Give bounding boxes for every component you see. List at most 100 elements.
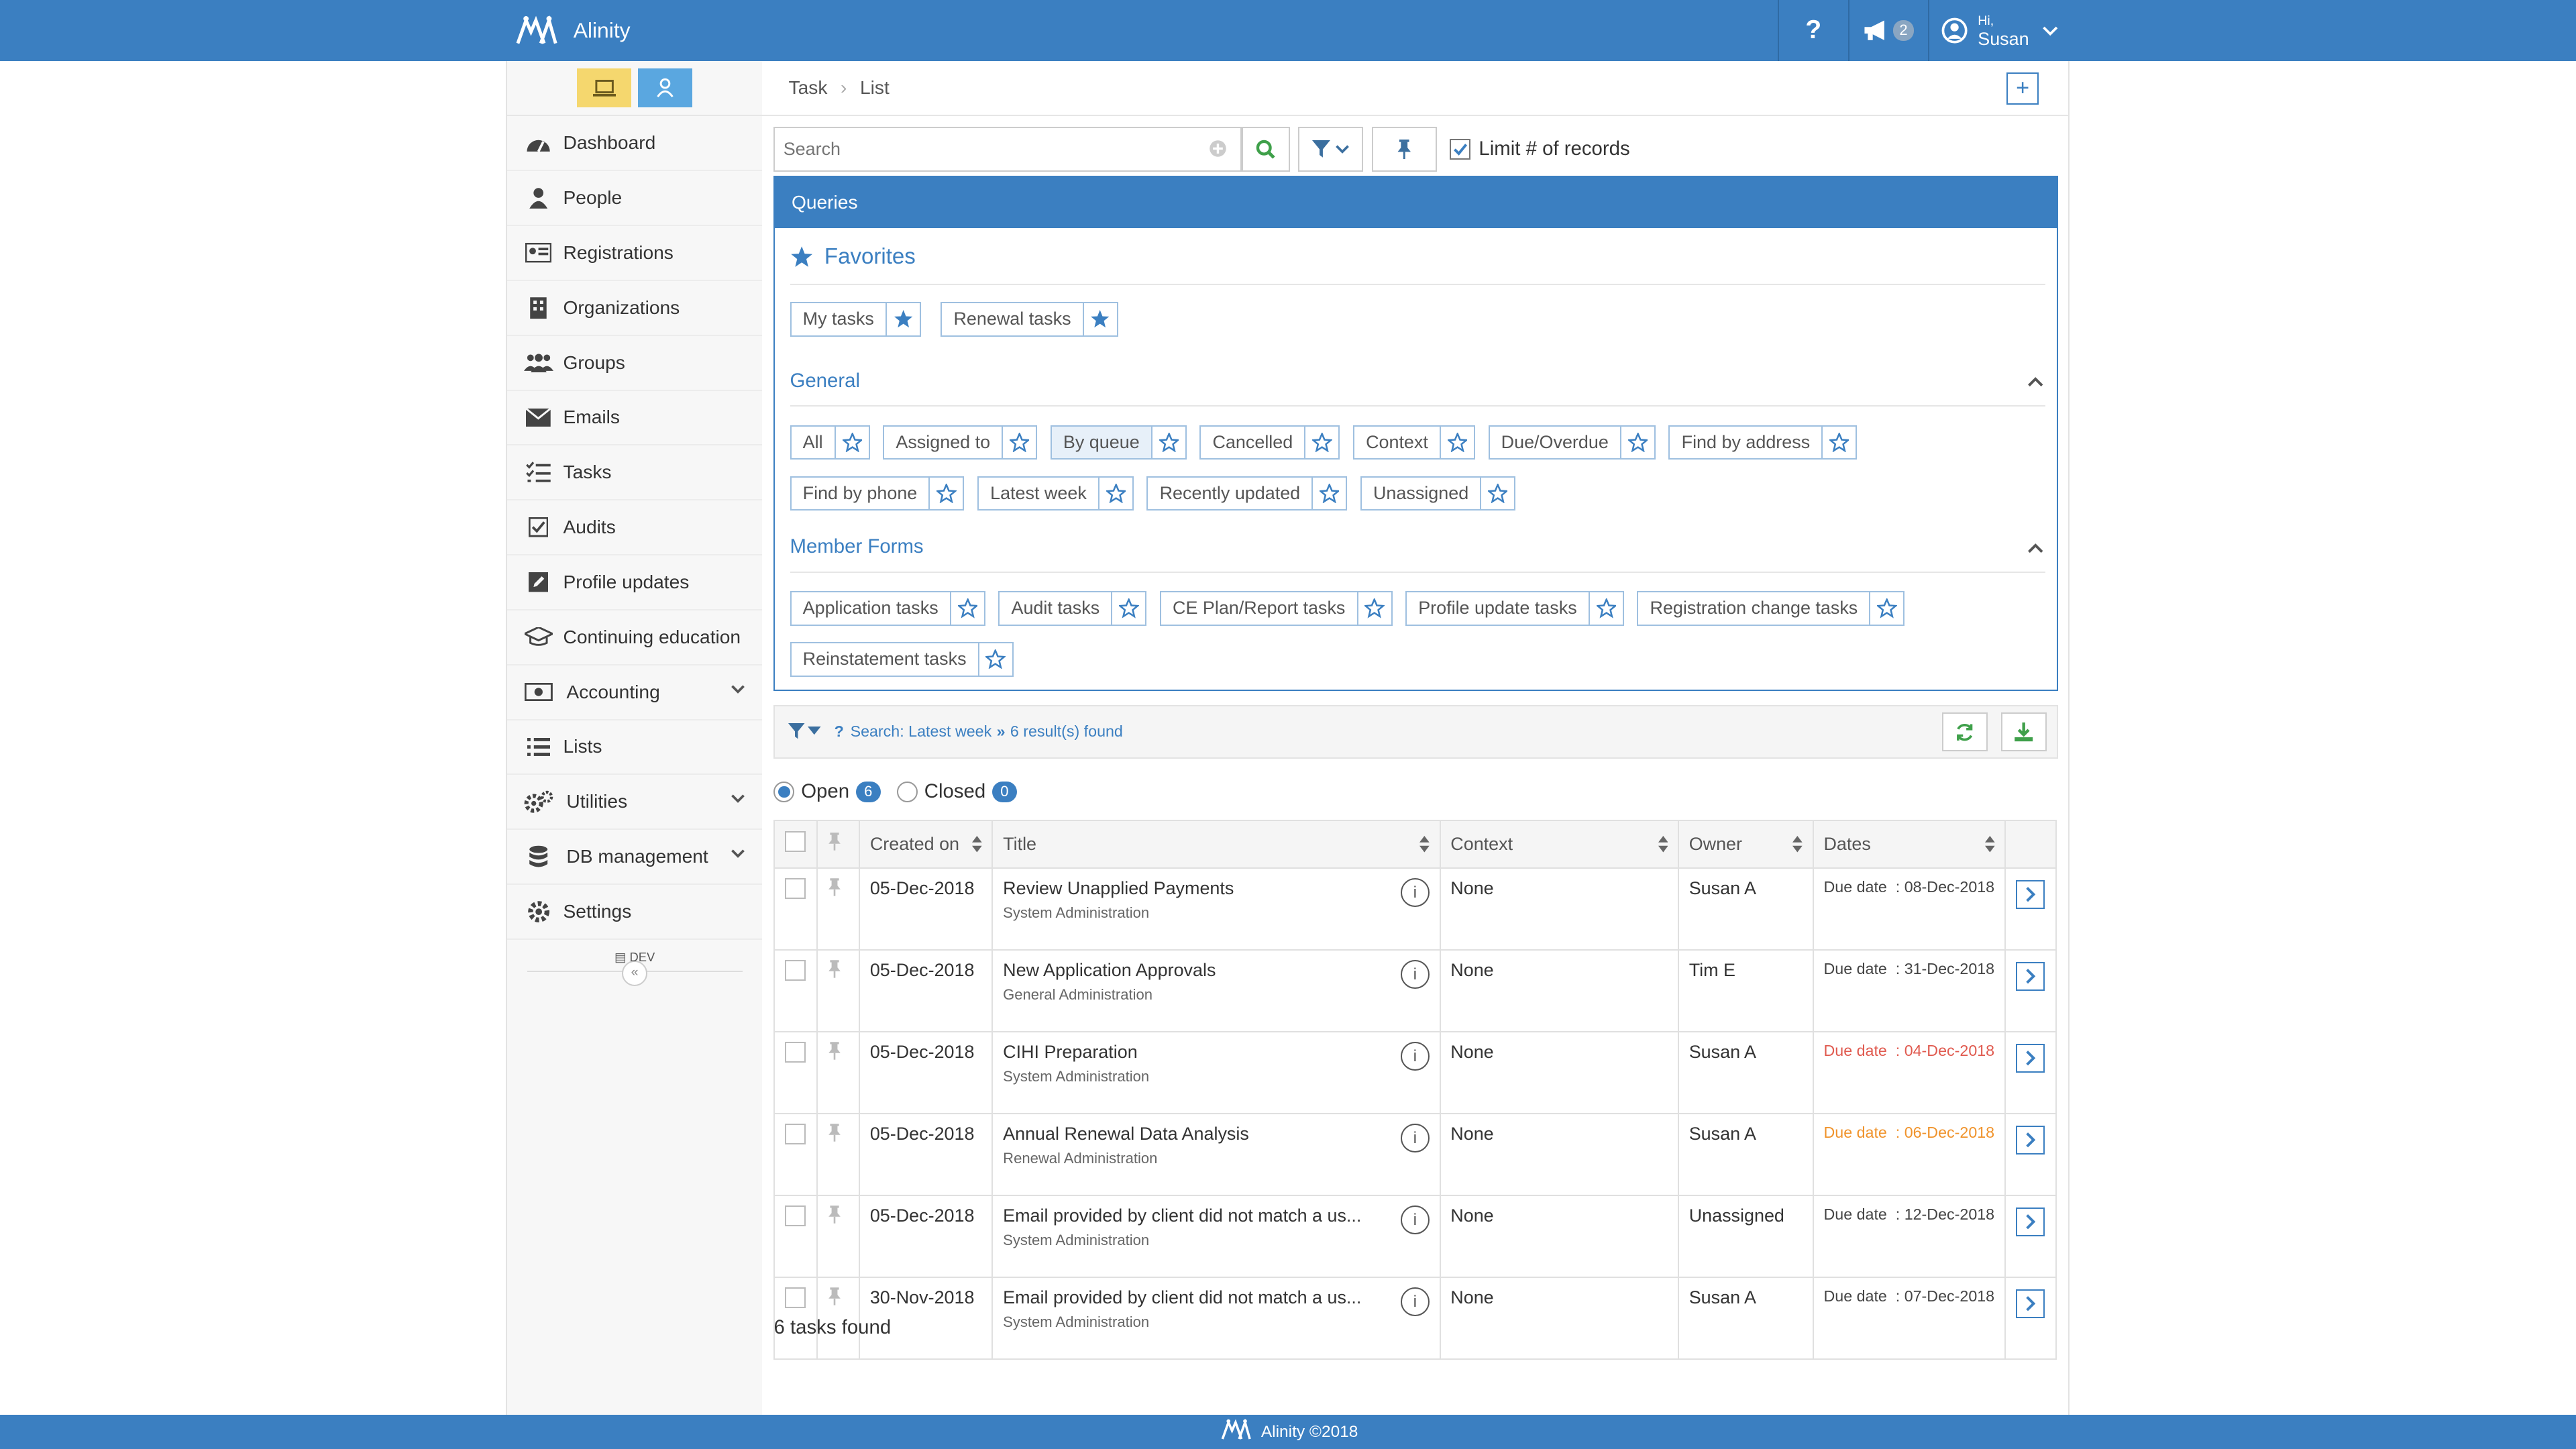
limit-records-checkbox[interactable] [1450, 138, 1471, 160]
closed-radio[interactable] [897, 781, 918, 802]
sidebar-item-settings[interactable]: Settings [507, 885, 762, 940]
info-icon[interactable]: i [1400, 878, 1430, 908]
row-checkbox[interactable] [785, 1042, 806, 1063]
query-button[interactable]: Find by phone [790, 476, 930, 511]
sidebar-item-organizations[interactable]: Organizations [507, 281, 762, 336]
star-filled-icon[interactable] [1083, 302, 1118, 337]
search-input[interactable] [775, 137, 1197, 162]
query-button[interactable]: Audit tasks [998, 591, 1113, 626]
query-button[interactable]: Due/Overdue [1488, 425, 1621, 460]
table-row[interactable]: 30-Nov-2018 i Email provided by client did… [773, 1276, 2057, 1360]
info-icon[interactable]: i [1400, 1042, 1430, 1071]
row-checkbox[interactable] [785, 1205, 806, 1227]
sidebar-item-people[interactable]: People [507, 171, 762, 227]
star-outline-icon[interactable] [1099, 476, 1134, 511]
star-outline-icon[interactable] [1313, 476, 1348, 511]
search-button[interactable] [1241, 126, 1291, 172]
query-button[interactable]: All [790, 425, 836, 460]
star-outline-icon[interactable] [1823, 425, 1858, 460]
row-checkbox[interactable] [785, 878, 806, 900]
dates-column-header[interactable]: Dates [1812, 820, 2006, 869]
open-task-button[interactable] [2016, 1125, 2045, 1155]
info-icon[interactable]: i [1400, 1124, 1430, 1153]
task-title[interactable]: Review Unapplied Payments [1003, 878, 1430, 899]
star-filled-icon[interactable] [886, 302, 921, 337]
star-outline-icon[interactable] [1305, 425, 1340, 460]
pin-icon[interactable] [827, 878, 842, 896]
sidebar-item-audits[interactable]: Audits [507, 500, 762, 556]
task-title[interactable]: CIHI Preparation [1003, 1042, 1430, 1063]
star-outline-icon[interactable] [1481, 476, 1516, 511]
filter-dropdown-button[interactable] [1298, 126, 1364, 172]
sidebar-item-tasks[interactable]: Tasks [507, 445, 762, 501]
sidebar-item-utilities[interactable]: Utilities [507, 775, 762, 830]
star-outline-icon[interactable] [835, 425, 870, 460]
pin-icon[interactable] [827, 1287, 842, 1305]
breadcrumb-task[interactable]: Task [789, 77, 828, 99]
open-radio[interactable] [773, 781, 795, 802]
table-row[interactable]: 05-Dec-2018 i New Application Approvals Gen… [773, 949, 2057, 1032]
pin-icon[interactable] [827, 960, 842, 978]
help-icon[interactable]: ? [835, 722, 844, 741]
add-circle-icon[interactable] [1209, 140, 1227, 158]
query-button[interactable]: Cancelled [1199, 425, 1306, 460]
sidebar-item-emails[interactable]: Emails [507, 391, 762, 446]
table-row[interactable]: 05-Dec-2018 i Email provided by client did… [773, 1194, 2057, 1278]
title-column-header[interactable]: Title [991, 820, 1441, 869]
query-button[interactable]: Profile update tasks [1405, 591, 1590, 626]
query-button[interactable]: Unassigned [1360, 476, 1482, 511]
star-outline-icon[interactable] [1589, 591, 1624, 626]
star-outline-icon[interactable] [1358, 591, 1393, 626]
context-column-header[interactable]: Context [1439, 820, 1680, 869]
filter-menu[interactable] [788, 723, 821, 739]
star-outline-icon[interactable] [1112, 591, 1147, 626]
table-row[interactable]: 05-Dec-2018 i Review Unapplied Payments Sys… [773, 867, 2057, 951]
select-all-checkbox[interactable] [785, 831, 806, 853]
task-title[interactable]: Email provided by client did not match a… [1003, 1205, 1430, 1226]
member-forms-header[interactable]: Member Forms [775, 535, 2053, 558]
star-outline-icon[interactable] [1003, 425, 1038, 460]
pin-icon[interactable] [827, 1205, 842, 1224]
query-button[interactable]: My tasks [790, 302, 887, 337]
created-column-header[interactable]: Created on [859, 820, 994, 869]
open-task-button[interactable] [2016, 1289, 2045, 1318]
collapse-sidebar-button[interactable]: « [621, 961, 648, 987]
task-title[interactable]: New Application Approvals [1003, 960, 1430, 981]
query-button[interactable]: Renewal tasks [941, 302, 1084, 337]
star-outline-icon[interactable] [979, 642, 1014, 677]
query-button[interactable]: By queue [1050, 425, 1152, 460]
star-outline-icon[interactable] [1440, 425, 1475, 460]
query-button[interactable]: Reinstatement tasks [790, 642, 979, 677]
open-task-button[interactable] [2016, 961, 2045, 991]
sidebar-item-continuing-education[interactable]: Continuing education [507, 610, 762, 665]
sidebar-item-groups[interactable]: Groups [507, 336, 762, 391]
sidebar-item-lists[interactable]: Lists [507, 720, 762, 775]
star-outline-icon[interactable] [1870, 591, 1905, 626]
profile-view-button[interactable] [637, 68, 692, 108]
add-task-button[interactable]: + [2006, 72, 2039, 105]
query-button[interactable]: Context [1352, 425, 1441, 460]
desktop-view-button[interactable] [577, 68, 632, 108]
open-task-button[interactable] [2016, 879, 2045, 909]
info-icon[interactable]: i [1400, 1287, 1430, 1317]
sidebar-item-registrations[interactable]: Registrations [507, 226, 762, 281]
task-title[interactable]: Annual Renewal Data Analysis [1003, 1124, 1430, 1144]
task-title[interactable]: Email provided by client did not match a… [1003, 1287, 1430, 1308]
table-row[interactable]: 05-Dec-2018 i Annual Renewal Data Analysis… [773, 1112, 2057, 1196]
refresh-button[interactable] [1942, 712, 1988, 752]
info-icon[interactable]: i [1400, 1205, 1430, 1235]
open-task-button[interactable] [2016, 1043, 2045, 1073]
table-row[interactable]: 05-Dec-2018 i CIHI Preparation System Admin… [773, 1030, 2057, 1114]
row-checkbox[interactable] [785, 1287, 806, 1309]
query-button[interactable]: Registration change tasks [1637, 591, 1871, 626]
pin-button[interactable] [1371, 126, 1437, 172]
star-outline-icon[interactable] [1152, 425, 1187, 460]
query-button[interactable]: Latest week [977, 476, 1099, 511]
download-button[interactable] [2001, 712, 2047, 752]
info-icon[interactable]: i [1400, 960, 1430, 989]
row-checkbox[interactable] [785, 960, 806, 981]
query-button[interactable]: Recently updated [1146, 476, 1313, 511]
brand[interactable]: Alinity [515, 0, 631, 61]
query-button[interactable]: CE Plan/Report tasks [1159, 591, 1358, 626]
general-header[interactable]: General [775, 370, 2053, 392]
